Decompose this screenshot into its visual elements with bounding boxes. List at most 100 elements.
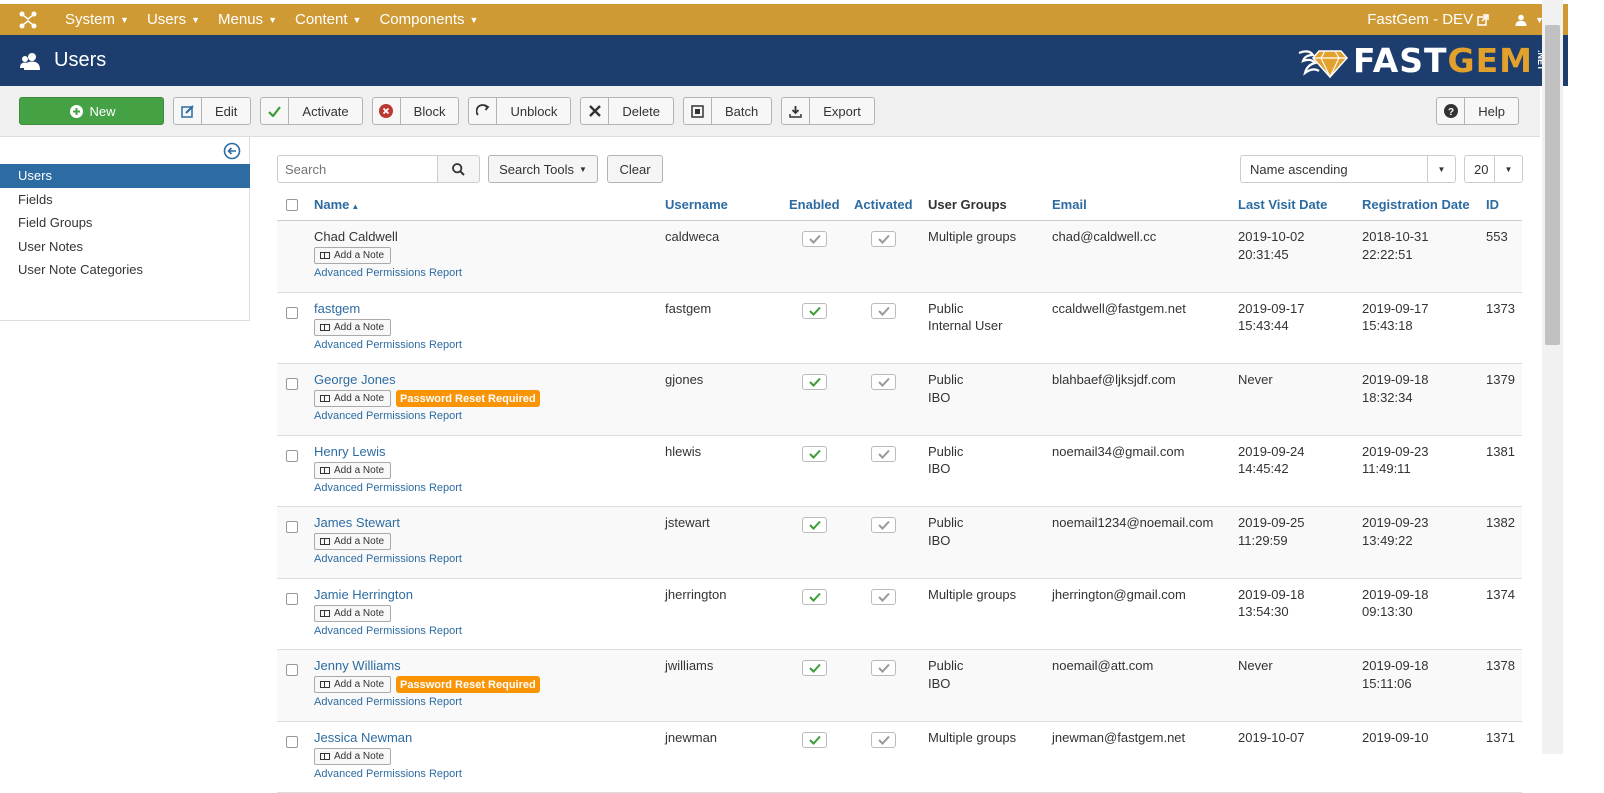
select-all-checkbox[interactable] [286,199,298,211]
sidebar-item-fields[interactable]: Fields [0,188,250,212]
menu-components[interactable]: Components▼ [370,4,487,35]
sort-select[interactable]: Name ascending ▼ [1240,155,1456,183]
row-checkbox[interactable] [286,450,298,462]
site-link-label: FastGem - DEV [1367,11,1473,28]
check-icon [878,735,890,745]
registration-date: 15:11:06 [1362,675,1412,693]
last-visit-date: Never [1238,371,1273,389]
permissions-report-link[interactable]: Advanced Permissions Report [314,339,462,351]
menu-system[interactable]: System▼ [56,4,138,35]
sidebar-item-field-groups[interactable]: Field Groups [0,211,250,235]
list-limit-select[interactable]: 20 ▼ [1464,155,1523,183]
help-button[interactable]: ? Help [1436,97,1519,125]
add-note-button[interactable]: Add a Note [314,533,391,550]
sidebar-item-user-note-categories[interactable]: User Note Categories [0,258,250,282]
add-note-button[interactable]: Add a Note [314,319,391,336]
site-link[interactable]: FastGem - DEV [1359,11,1497,28]
registration-date: 13:49:22 [1362,532,1413,550]
permissions-report-link[interactable]: Advanced Permissions Report [314,482,462,494]
email: jnewman@fastgem.net [1052,729,1185,747]
scrollbar-thumb[interactable] [1545,25,1560,345]
row-checkbox[interactable] [286,664,298,676]
user-group: IBO [928,675,950,693]
column-header-name[interactable]: Name▲ [314,196,359,216]
row-checkbox[interactable] [286,736,298,748]
user-group: IBO [928,389,950,407]
menu-users[interactable]: Users▼ [138,4,209,35]
add-note-button[interactable]: Add a Note [314,605,391,622]
permissions-report-link[interactable]: Advanced Permissions Report [314,768,462,780]
row-checkbox[interactable] [286,521,298,533]
user-icon [1515,14,1527,26]
row-checkbox[interactable] [286,378,298,390]
batch-button[interactable]: Batch [683,97,772,125]
user-name-link[interactable]: Henry Lewis [314,443,386,461]
top-navbar: System▼ Users▼ Menus▼ Content▼ Component… [0,4,1568,35]
edit-button[interactable]: Edit [173,97,251,125]
enabled-toggle[interactable] [802,303,827,319]
activate-button[interactable]: Activate [260,97,362,125]
search-tools-label: Search Tools [499,162,574,177]
last-visit-date: 2019-09-25 [1238,514,1305,532]
user-name-link[interactable]: James Stewart [314,514,400,532]
user-name-link[interactable]: Jamie Herrington [314,586,413,604]
add-note-button[interactable]: Add a Note [314,676,391,693]
enabled-toggle[interactable] [802,374,827,390]
add-note-button[interactable]: Add a Note [314,748,391,765]
toolbar: New Edit Activate Block Unblock Delete [0,86,1540,137]
column-header-last-visit[interactable]: Last Visit Date [1238,196,1327,214]
password-reset-badge: Password Reset Required [396,390,540,407]
column-header-registration[interactable]: Registration Date [1362,196,1470,214]
user-name-link[interactable]: Jenny Williams [314,657,401,675]
scrollbar[interactable] [1542,0,1563,754]
joomla-icon[interactable] [0,10,56,30]
search-tools-button[interactable]: Search Tools ▼ [488,155,598,183]
column-header-activated[interactable]: Activated [854,196,913,214]
table-row: Henry LewisAdd a Note Advanced Permission… [277,436,1522,508]
export-button[interactable]: Export [781,97,875,125]
enabled-toggle[interactable] [802,732,827,748]
add-note-button[interactable]: Add a Note [314,390,391,407]
unblock-button[interactable]: Unblock [468,97,571,125]
caret-down-icon: ▼ [268,15,277,25]
column-header-username[interactable]: Username [665,196,728,214]
new-button[interactable]: New [19,97,164,125]
user-name-link[interactable]: George Jones [314,371,396,389]
check-icon [878,520,890,530]
permissions-report-link[interactable]: Advanced Permissions Report [314,625,462,637]
sidebar-collapse-icon[interactable] [223,142,241,160]
search-input[interactable] [277,155,438,183]
add-note-button[interactable]: Add a Note [314,247,391,264]
permissions-report-link[interactable]: Advanced Permissions Report [314,267,462,279]
user-name-link[interactable]: Jessica Newman [314,729,412,747]
add-note-button[interactable]: Add a Note [314,462,391,479]
menu-content[interactable]: Content▼ [286,4,370,35]
check-icon [878,234,890,244]
row-checkbox[interactable] [286,593,298,605]
delete-button[interactable]: Delete [580,97,674,125]
column-header-enabled[interactable]: Enabled [789,196,840,214]
search-button[interactable] [437,155,480,183]
block-button[interactable]: Block [372,97,460,125]
username: gjones [665,371,703,389]
user-name-link[interactable]: fastgem [314,300,360,318]
username: jstewart [665,514,710,532]
menu-menus[interactable]: Menus▼ [209,4,286,35]
enabled-toggle[interactable] [802,589,827,605]
column-header-email[interactable]: Email [1052,196,1087,214]
enabled-toggle[interactable] [802,231,827,247]
username: jherrington [665,586,726,604]
permissions-report-link[interactable]: Advanced Permissions Report [314,696,462,708]
last-visit-date: 2019-09-17 [1238,300,1305,318]
row-checkbox[interactable] [286,307,298,319]
sidebar-item-user-notes[interactable]: User Notes [0,235,250,259]
permissions-report-link[interactable]: Advanced Permissions Report [314,553,462,565]
enabled-toggle[interactable] [802,446,827,462]
clear-button[interactable]: Clear [607,155,663,183]
enabled-toggle[interactable] [802,517,827,533]
permissions-report-link[interactable]: Advanced Permissions Report [314,410,462,422]
caret-down-icon: ▼ [1427,156,1455,182]
enabled-toggle[interactable] [802,660,827,676]
sidebar-item-users[interactable]: Users [0,164,250,188]
column-header-id[interactable]: ID [1486,196,1499,214]
